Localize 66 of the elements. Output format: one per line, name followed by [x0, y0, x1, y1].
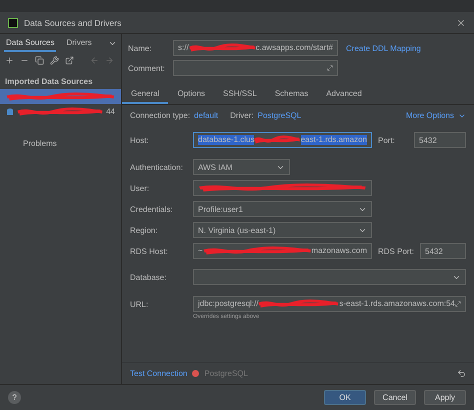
field-label: Port:: [378, 136, 396, 144]
url-field[interactable]: jdbc:postgresql:// s-east-1.rds.amazonaws.com:54: [193, 296, 466, 312]
field-label: Comment:: [128, 64, 166, 72]
problems-item[interactable]: Problems: [0, 119, 121, 148]
field-text: east-1.rds.amazon: [300, 135, 367, 145]
field-text: s-east-1.rds.amazonaws.com:54: [339, 299, 455, 309]
database-icon: [6, 108, 14, 116]
window-title: Data Sources and Drivers: [24, 18, 122, 28]
dialog-button[interactable]: Cancel: [374, 390, 416, 405]
driver-status-text: PostgreSQL: [204, 369, 248, 378]
connection-type-link[interactable]: default: [194, 111, 218, 120]
field-text: c.awsapps.com/start#: [256, 43, 333, 53]
field-label: RDS Host:: [130, 246, 169, 256]
comment-field[interactable]: [173, 60, 338, 76]
wrench-icon[interactable]: [50, 56, 59, 65]
field-label: RDS Port:: [378, 246, 414, 256]
copy-icon[interactable]: [35, 56, 44, 65]
field-label: Credentials:: [130, 204, 174, 214]
field-label: User:: [130, 184, 150, 192]
tab[interactable]: Schemas: [266, 84, 318, 104]
create-ddl-link[interactable]: Create DDL Mapping: [346, 44, 421, 52]
close-icon[interactable]: [456, 18, 466, 28]
back-icon[interactable]: [90, 56, 99, 65]
port-field[interactable]: 5432: [420, 243, 466, 259]
field-label: Region:: [130, 226, 159, 234]
tab[interactable]: Advanced: [317, 84, 371, 104]
sidebar-tab[interactable]: Drivers: [64, 34, 94, 52]
dropdown[interactable]: AWS IAM: [193, 159, 290, 175]
data-source-item[interactable]: 44: [0, 104, 121, 119]
text-field[interactable]: ~ mazonaws.com: [193, 243, 372, 259]
dialog-button[interactable]: Apply: [424, 390, 466, 405]
revert-icon[interactable]: [457, 369, 466, 378]
driver-link[interactable]: PostgreSQL: [258, 111, 302, 120]
field-label: Database:: [130, 272, 168, 282]
name-field[interactable]: s:// c.awsapps.com/start#: [173, 40, 338, 56]
external-link-icon[interactable]: [65, 56, 74, 65]
app-logo-icon: [8, 18, 18, 28]
help-button[interactable]: ?: [8, 391, 21, 404]
text-field[interactable]: [193, 180, 372, 196]
connection-type-label: Connection type:: [130, 111, 190, 120]
tab[interactable]: Options: [168, 84, 214, 104]
field-label: URL:: [130, 300, 150, 308]
field-label: Authentication:: [130, 162, 184, 172]
field-text: 44: [106, 106, 115, 116]
add-icon[interactable]: [5, 56, 14, 65]
dropdown[interactable]: Profile:user1: [193, 201, 372, 217]
field-text: mazonaws.com: [311, 246, 367, 256]
tab[interactable]: General: [122, 84, 168, 104]
field-label: Host:: [130, 136, 150, 144]
port-field[interactable]: 5432: [414, 132, 466, 148]
dialog-button[interactable]: OK: [324, 390, 366, 405]
test-connection-link[interactable]: Test Connection: [130, 369, 188, 378]
field-text: ~: [198, 246, 203, 256]
sidebar-tab[interactable]: Data Sources: [4, 34, 56, 52]
section-heading: Imported Data Sources: [4, 76, 94, 88]
more-options-link[interactable]: More Options: [406, 111, 454, 120]
field-text: jdbc:postgresql://: [198, 299, 258, 309]
redaction-scribble: [188, 43, 256, 53]
dropdown[interactable]: N. Virginia (us-east-1): [193, 222, 372, 238]
redaction-scribble: [254, 135, 301, 145]
field-label: Name:: [128, 44, 153, 52]
forward-icon[interactable]: [105, 56, 114, 65]
error-icon: [192, 370, 200, 377]
driver-label: Driver:: [230, 111, 254, 120]
tab[interactable]: SSH/SSL: [214, 84, 266, 104]
field-text: s://: [178, 43, 189, 53]
